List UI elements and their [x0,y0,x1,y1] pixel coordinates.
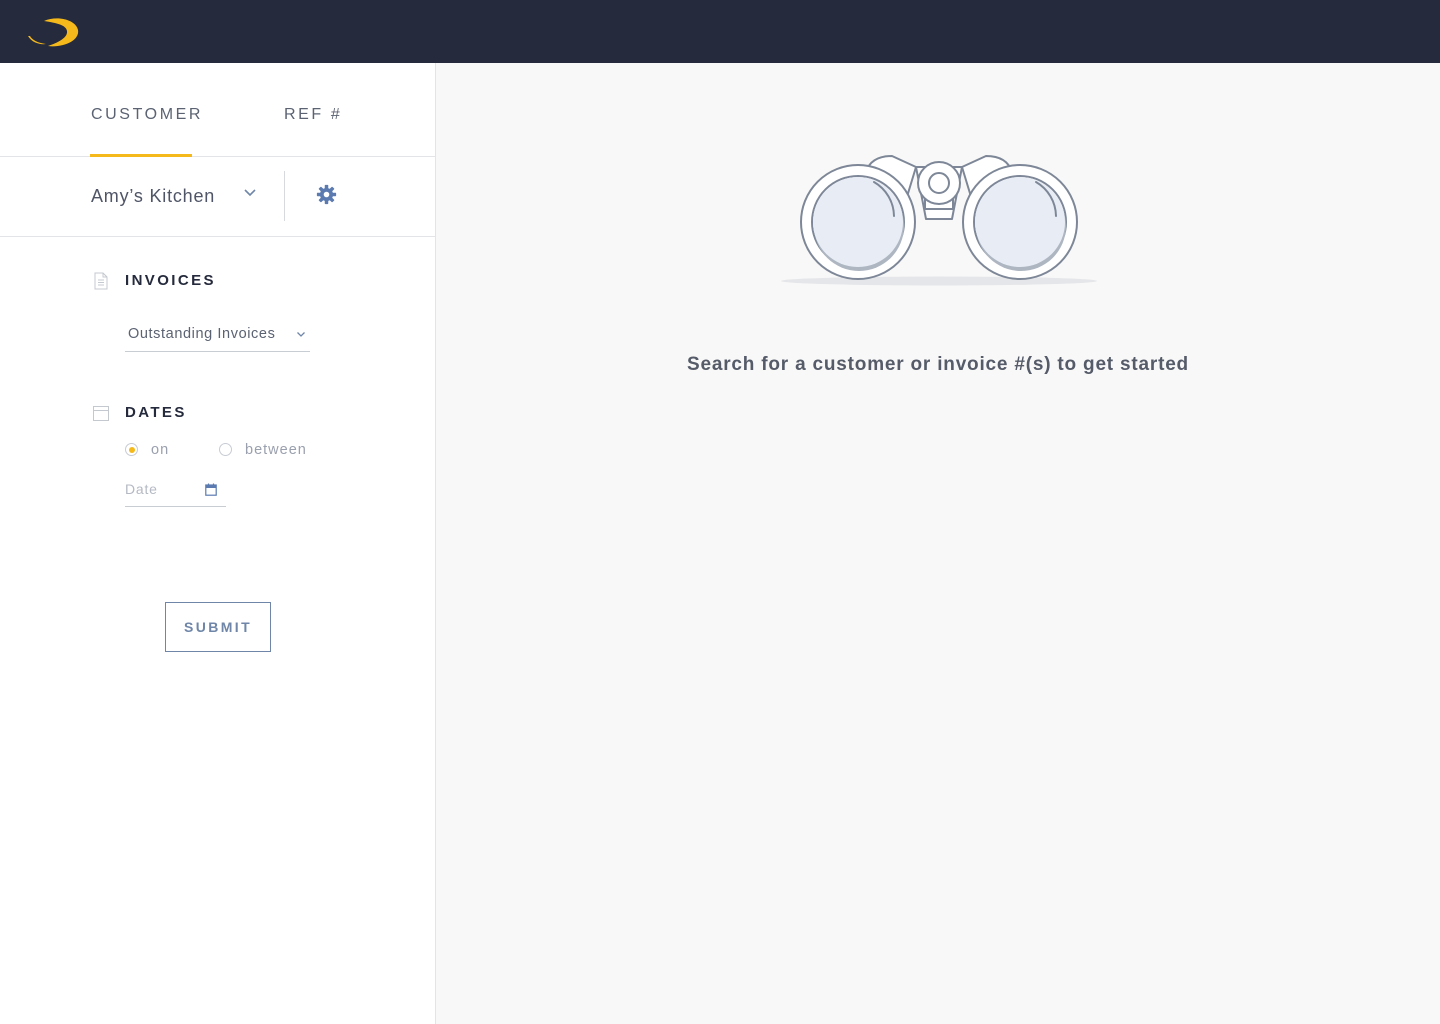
top-bar [0,0,1440,63]
dates-heading: DATES [125,404,187,421]
swoosh-logo-icon[interactable] [24,14,82,50]
invoice-filter-value: Outstanding Invoices [128,326,276,342]
tab-ref-number[interactable]: REF # [284,106,342,124]
tab-bar: CUSTOMER REF # [0,63,435,157]
radio-on[interactable] [125,443,138,456]
gear-icon[interactable] [316,184,337,205]
submit-button[interactable]: SUBMIT [165,602,271,652]
customer-select[interactable]: Amy’s Kitchen [91,186,215,207]
binoculars-icon [781,155,1097,286]
customer-selector-row: Amy’s Kitchen [0,157,435,237]
invoice-filter-select[interactable]: Outstanding Invoices [125,317,310,352]
calendar-picker-icon[interactable] [205,483,217,496]
invoices-heading: INVOICES [125,272,216,289]
chevron-down-icon[interactable] [243,188,257,198]
date-field [125,473,226,507]
radio-between[interactable] [219,443,232,456]
calendar-icon [93,406,109,421]
divider [284,171,285,221]
chevron-down-icon [297,332,305,337]
empty-state-message: Search for a customer or invoice #(s) to… [687,354,1189,375]
main-panel: Search for a customer or invoice #(s) to… [436,63,1440,1024]
sidebar: CUSTOMER REF # Amy’s Kitchen INVOICES Ou… [0,63,436,1024]
radio-on-label[interactable]: on [151,442,169,458]
radio-between-label[interactable]: between [245,442,307,458]
document-icon [94,272,108,290]
tab-customer[interactable]: CUSTOMER [91,106,203,124]
date-input[interactable] [125,481,200,497]
